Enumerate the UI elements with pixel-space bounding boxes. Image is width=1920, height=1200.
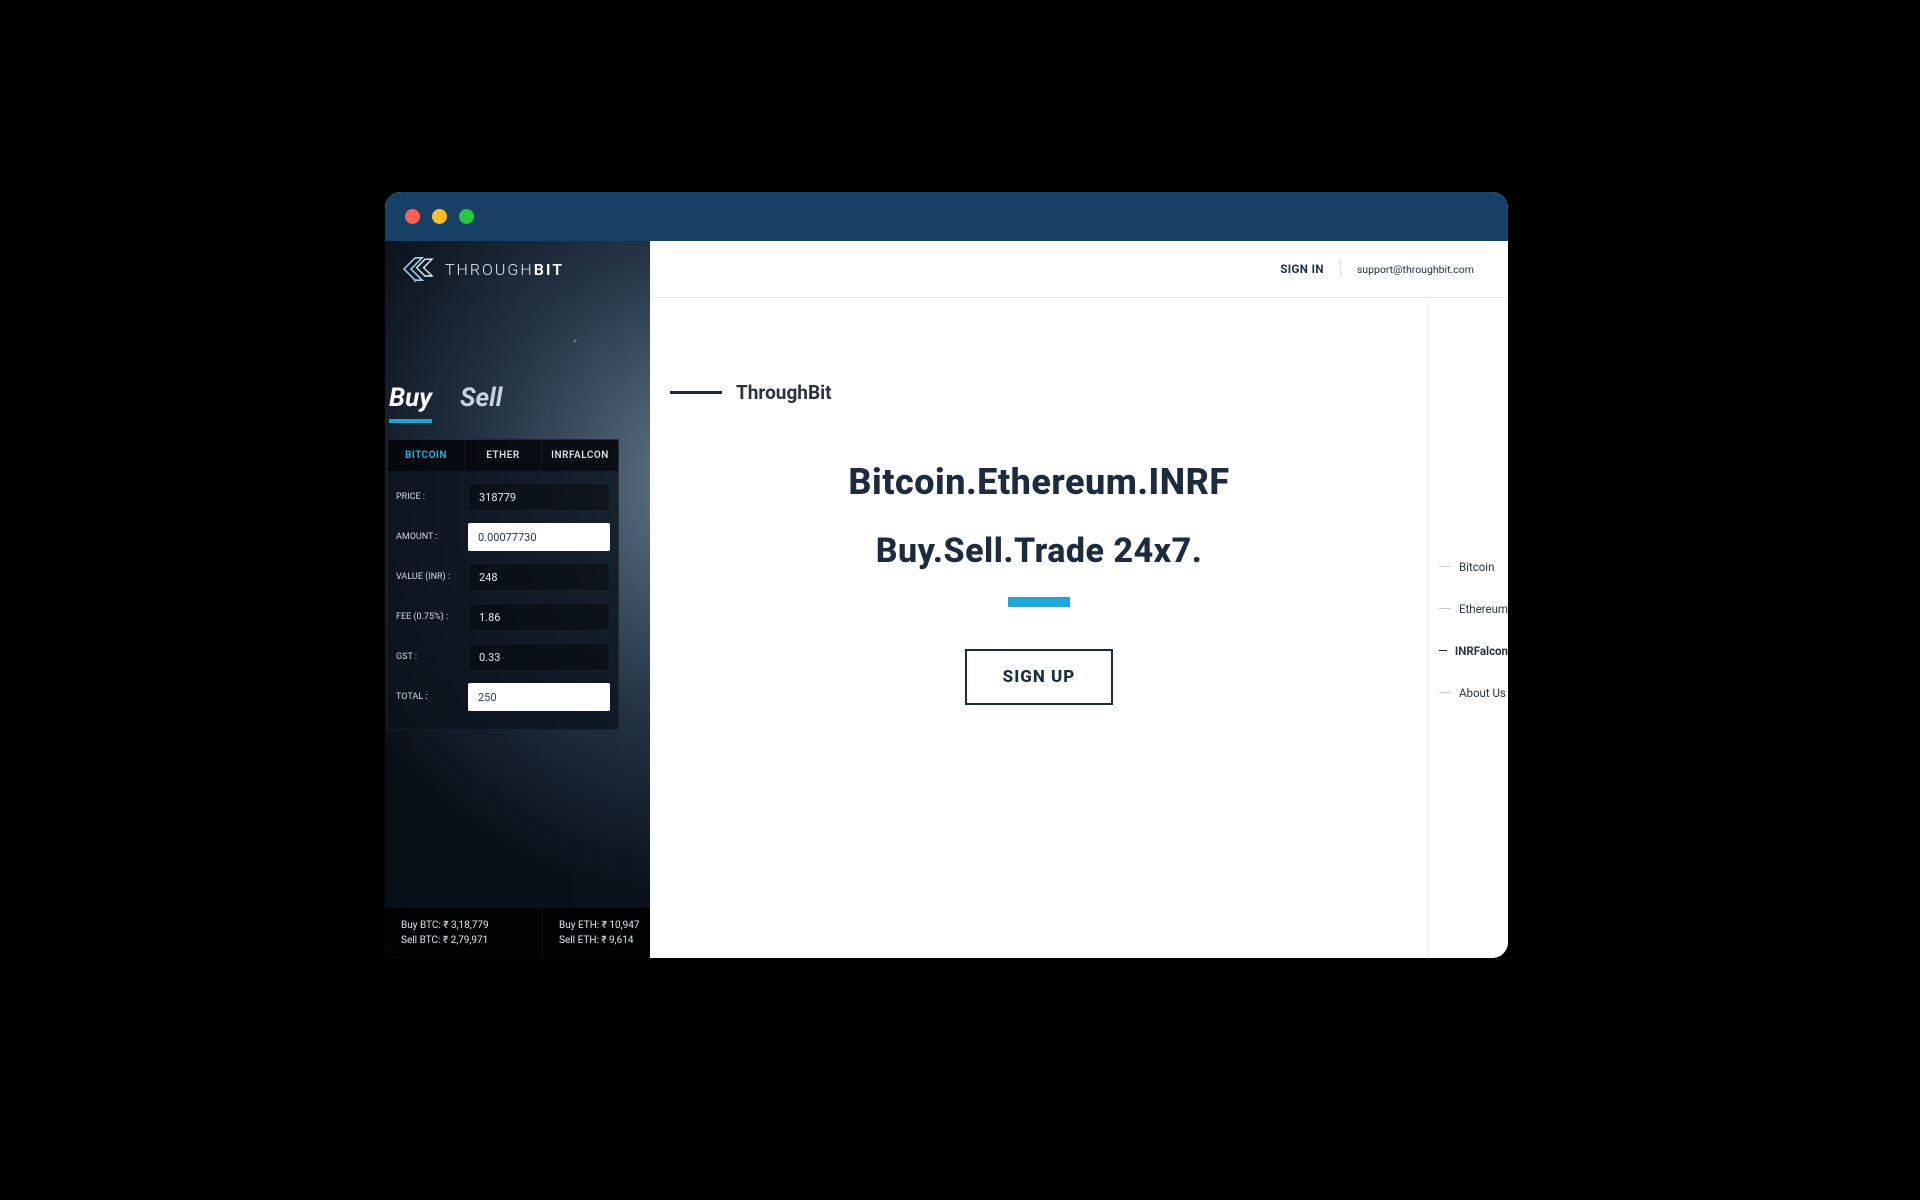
amount-input[interactable]: 0.00077730	[468, 523, 610, 551]
sign-up-button[interactable]: SIGN UP	[965, 649, 1114, 705]
value-value: 248	[468, 563, 610, 591]
total-label: TOTAL :	[396, 692, 460, 703]
buy-sell-tabs: Buy Sell	[387, 293, 648, 427]
browser-window: THROUGHBIT Buy Sell BITCOIN ETHER INRFAL…	[385, 192, 1508, 958]
ticker-eth-buy: Buy ETH: ₹ 10,947	[559, 918, 639, 933]
brand-name: THROUGHBIT	[445, 260, 564, 279]
support-email[interactable]: support@throughbit.com	[1357, 263, 1474, 276]
ticker-btc-buy: Buy BTC: ₹ 3,18,779	[401, 918, 526, 933]
main-content: SIGN IN support@throughbit.com ThroughBi…	[650, 241, 1508, 958]
ticker-btc: Buy BTC: ₹ 3,18,779 Sell BTC: ₹ 2,79,971	[385, 908, 543, 958]
price-value: 318779	[468, 483, 610, 511]
ticker-eth: Buy ETH: ₹ 10,947 Sell ETH: ₹ 9,614	[543, 908, 650, 958]
nav-ethereum[interactable]: Ethereum	[1439, 602, 1508, 616]
browser-titlebar	[385, 192, 1508, 241]
window-maximize-icon[interactable]	[459, 209, 474, 224]
hero-headline-1: Bitcoin.Ethereum.INRF	[848, 461, 1229, 503]
accent-bar-icon	[1008, 597, 1070, 607]
window-minimize-icon[interactable]	[432, 209, 447, 224]
dash-icon	[1439, 650, 1447, 651]
price-ticker: Buy BTC: ₹ 3,18,779 Sell BTC: ₹ 2,79,971…	[385, 907, 650, 958]
brand-logo[interactable]: THROUGHBIT	[385, 241, 650, 293]
window-close-icon[interactable]	[405, 209, 420, 224]
hero-section: ThroughBit Bitcoin.Ethereum.INRF Buy.Sel…	[650, 341, 1428, 705]
hero-headline-2: Buy.Sell.Trade 24x7.	[876, 531, 1203, 571]
nav-bitcoin[interactable]: Bitcoin	[1439, 560, 1508, 574]
fee-label: FEE (0.75%) :	[396, 612, 460, 623]
tab-inrfalcon[interactable]: INRFALCON	[542, 440, 618, 471]
fee-value: 1.86	[468, 603, 610, 631]
price-label: PRICE :	[396, 492, 460, 503]
nav-inrfalcon[interactable]: INRFalcon	[1439, 644, 1508, 658]
gst-label: GST :	[396, 652, 460, 663]
nav-about-us[interactable]: About Us	[1439, 686, 1508, 700]
kicker-line-icon	[670, 391, 722, 394]
coin-tabs: BITCOIN ETHER INRFALCON	[388, 440, 618, 471]
ticker-eth-sell: Sell ETH: ₹ 9,614	[559, 933, 639, 948]
order-panel: BITCOIN ETHER INRFALCON PRICE : 318779 A…	[387, 439, 619, 730]
section-nav: Bitcoin Ethereum INRFalcon About Us	[1428, 301, 1508, 958]
sign-in-link[interactable]: SIGN IN	[1280, 262, 1324, 276]
dash-icon	[1439, 566, 1451, 567]
divider	[1340, 260, 1341, 278]
tab-ether[interactable]: ETHER	[465, 440, 542, 471]
gst-value: 0.33	[468, 643, 610, 671]
hero-kicker: ThroughBit	[670, 381, 832, 404]
trade-sidebar: THROUGHBIT Buy Sell BITCOIN ETHER INRFAL…	[385, 241, 650, 958]
value-label: VALUE (INR) :	[396, 572, 460, 583]
tab-buy[interactable]: Buy	[389, 383, 432, 423]
kicker-text: ThroughBit	[736, 381, 832, 404]
amount-label: AMOUNT :	[396, 532, 460, 543]
total-input[interactable]: 250	[468, 683, 610, 711]
top-bar: SIGN IN support@throughbit.com	[650, 241, 1508, 298]
wing-icon	[401, 255, 435, 283]
dash-icon	[1439, 692, 1451, 693]
dash-icon	[1439, 608, 1451, 609]
tab-bitcoin[interactable]: BITCOIN	[388, 440, 465, 471]
ticker-btc-sell: Sell BTC: ₹ 2,79,971	[401, 933, 526, 948]
tab-sell[interactable]: Sell	[460, 383, 503, 423]
